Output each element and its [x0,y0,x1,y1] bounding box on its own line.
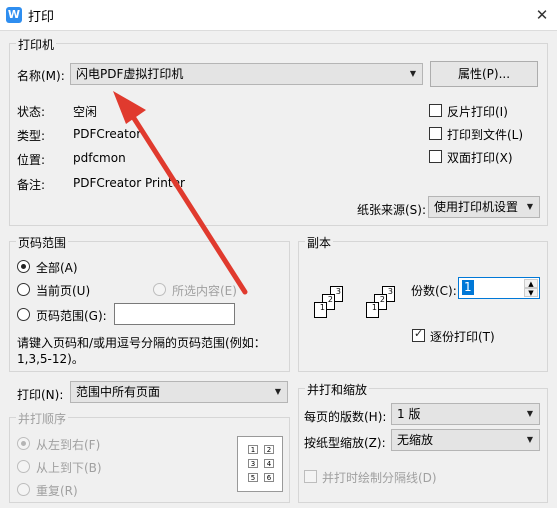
annotation-arrow-head [113,91,146,124]
annotation-arrow [113,91,248,295]
annotation-arrow-shaft [127,109,248,295]
